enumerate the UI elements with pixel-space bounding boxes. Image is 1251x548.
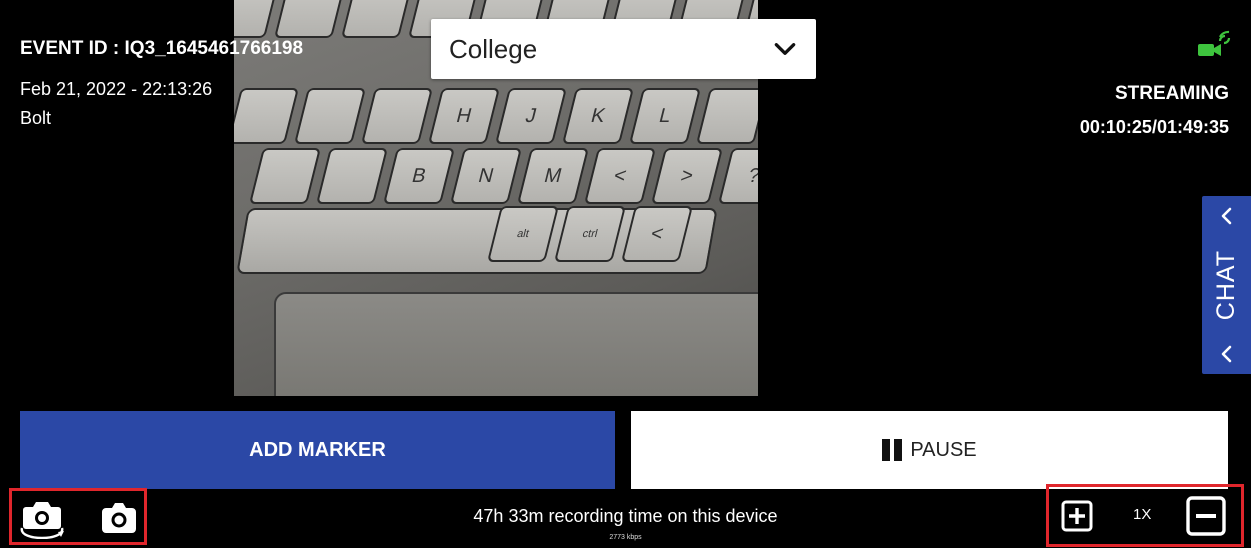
keyboard-row-2: HJKL xyxy=(234,88,758,144)
pause-icon xyxy=(882,439,903,461)
streaming-camera-icon xyxy=(1198,30,1231,56)
zoom-out-icon[interactable] xyxy=(1186,496,1226,536)
zoom-controls: 1X xyxy=(1046,484,1244,547)
event-datetime: Feb 21, 2022 - 22:13:26 xyxy=(20,79,213,99)
keyboard-key: < xyxy=(621,206,693,262)
pause-label: PAUSE xyxy=(910,438,977,461)
keyboard-key: H xyxy=(428,88,500,144)
streaming-timer: 00:10:25/01:49:35 xyxy=(1079,117,1229,137)
keyboard-key: L xyxy=(629,88,701,144)
event-id: EVENT ID : IQ3_1645461766198 xyxy=(20,38,304,59)
add-marker-label: ADD MARKER xyxy=(249,438,386,461)
keyboard-key: M xyxy=(517,148,589,204)
chevron-left-icon xyxy=(1221,207,1231,225)
keyboard-row-3: BNM<>?pause xyxy=(249,148,758,204)
keyboard-key: alt xyxy=(487,206,559,262)
keyboard-key xyxy=(249,148,321,204)
category-select-value: College xyxy=(449,33,538,64)
streaming-status: STREAMING xyxy=(1115,83,1229,104)
keyboard-key: K xyxy=(562,88,634,144)
chevron-left-icon xyxy=(1221,345,1231,363)
keyboard-key xyxy=(234,0,279,38)
keyboard-key: < xyxy=(584,148,656,204)
keyboard-key xyxy=(696,88,758,144)
keyboard-key xyxy=(274,0,346,38)
laptop-touchpad xyxy=(274,292,758,396)
keyboard-key: > xyxy=(651,148,723,204)
keyboard-key: ? xyxy=(718,148,758,204)
keyboard-key: ctrl xyxy=(554,206,626,262)
keyboard-key xyxy=(234,88,299,144)
zoom-level: 1X xyxy=(1133,506,1152,523)
chevron-down-icon xyxy=(774,43,796,55)
zoom-in-icon[interactable] xyxy=(1061,500,1093,532)
event-user: Bolt xyxy=(20,108,52,128)
category-select[interactable]: College xyxy=(431,19,816,79)
chat-label: CHAT xyxy=(1212,249,1240,321)
keyboard-key: J xyxy=(495,88,567,144)
keyboard-key xyxy=(294,88,366,144)
keyboard-row-4: alt ctrl < xyxy=(487,206,758,262)
keyboard-key xyxy=(361,88,433,144)
keyboard-key xyxy=(316,148,388,204)
keyboard-key: B xyxy=(383,148,455,204)
keyboard-key: N xyxy=(450,148,522,204)
pause-button[interactable]: PAUSE xyxy=(631,411,1228,489)
chat-tab[interactable]: CHAT xyxy=(1202,196,1251,374)
keyboard-key xyxy=(341,0,413,38)
add-marker-button[interactable]: ADD MARKER xyxy=(20,411,615,489)
